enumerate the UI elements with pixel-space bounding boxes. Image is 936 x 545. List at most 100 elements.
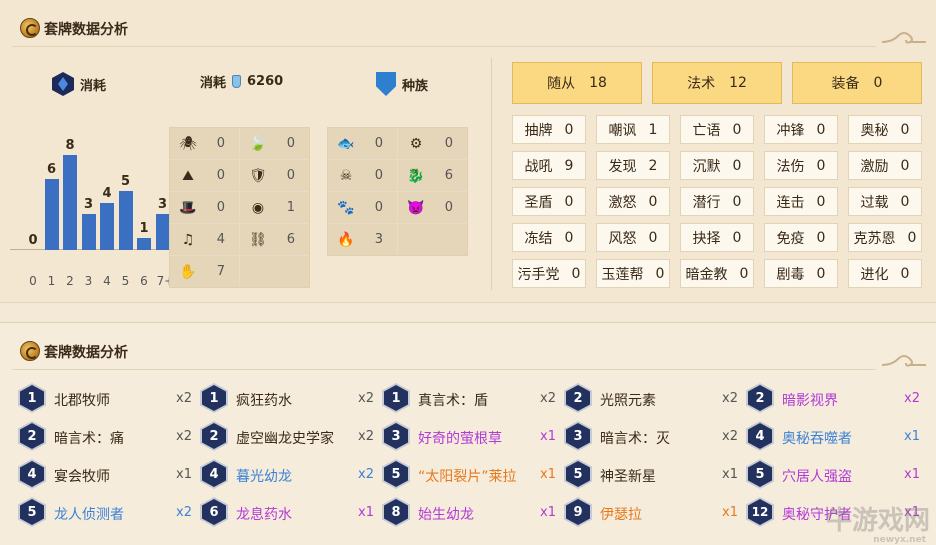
card-entry[interactable]: 5 龙人侦测者 x2 xyxy=(18,497,195,527)
card-name[interactable]: 暮光幼龙 xyxy=(236,466,292,486)
keyword-filter[interactable]: 激怒 0 xyxy=(596,187,670,216)
keyword-filter[interactable]: 圣盾 0 xyxy=(512,187,586,216)
curve-bar[interactable] xyxy=(81,214,96,250)
card-name[interactable]: 神圣新星 xyxy=(600,466,656,486)
keyword-filter[interactable]: 冲锋 0 xyxy=(764,115,838,144)
keyword-label: 抉择 xyxy=(692,230,721,247)
keyword-filter[interactable]: 战吼 9 xyxy=(512,151,586,180)
keyword-count: 0 xyxy=(900,193,910,210)
keyword-filter[interactable]: 潜行 0 xyxy=(680,187,754,216)
card-entry[interactable]: 8 始生幼龙 x1 xyxy=(382,497,559,527)
keyword-filter[interactable]: 沉默 0 xyxy=(680,151,754,180)
keyword-filter[interactable]: 过载 0 xyxy=(848,187,922,216)
card-entry[interactable]: 4 宴会牧师 x1 xyxy=(18,459,195,489)
distribution-cell[interactable]: ☠ 0 xyxy=(328,160,397,191)
keyword-filter[interactable]: 进化 0 xyxy=(848,259,922,288)
card-entry[interactable]: 5 穴居人强盗 x1 xyxy=(746,459,923,489)
distribution-cell[interactable]: 🛡 0 xyxy=(240,160,309,191)
curve-bar[interactable] xyxy=(155,214,170,250)
keyword-label: 克苏恩 xyxy=(853,230,896,247)
card-entry[interactable]: 1 北郡牧师 x2 xyxy=(18,383,195,413)
card-name[interactable]: 真言术：盾 xyxy=(418,390,488,410)
curve-bar[interactable] xyxy=(137,238,151,250)
card-entry[interactable]: 6 龙息药水 x1 xyxy=(200,497,377,527)
card-entry[interactable]: 2 光照元素 x2 xyxy=(564,383,741,413)
card-count: x2 xyxy=(358,429,374,444)
distribution-cell[interactable]: 🐾 0 xyxy=(328,192,397,223)
card-entry[interactable]: 3 好奇的萤根草 x1 xyxy=(382,421,559,451)
card-name[interactable]: “太阳裂片”莱拉 xyxy=(418,466,517,486)
curve-bar[interactable] xyxy=(118,190,133,250)
distribution-cell[interactable]: ♫ 4 xyxy=(170,224,239,255)
type-button[interactable]: 随从 18 xyxy=(512,62,642,104)
card-name[interactable]: 龙息药水 xyxy=(236,504,292,524)
keyword-filter[interactable]: 奥秘 0 xyxy=(848,115,922,144)
card-name[interactable]: 疯狂药水 xyxy=(236,390,292,410)
keyword-label: 奥秘 xyxy=(860,122,889,139)
type-button[interactable]: 法术 12 xyxy=(652,62,782,104)
distribution-cell[interactable]: 🔥 3 xyxy=(328,224,397,255)
curve-bar[interactable] xyxy=(100,202,114,250)
keyword-filter[interactable]: 剧毒 0 xyxy=(764,259,838,288)
distribution-cell[interactable] xyxy=(240,256,309,287)
keyword-filter[interactable]: 连击 0 xyxy=(764,187,838,216)
card-entry[interactable]: 4 奥秘吞噬者 x1 xyxy=(746,421,923,451)
card-entry[interactable]: 1 疯狂药水 x2 xyxy=(200,383,377,413)
card-name[interactable]: 虚空幽龙史学家 xyxy=(236,428,334,448)
distribution-cell[interactable]: ◉ 1 xyxy=(240,192,309,223)
distribution-cell[interactable]: 🐉 6 xyxy=(398,160,467,191)
card-name[interactable]: 伊瑟拉 xyxy=(600,504,642,524)
keyword-filter[interactable]: 抽牌 0 xyxy=(512,115,586,144)
card-entry[interactable]: 1 真言术：盾 x2 xyxy=(382,383,559,413)
keyword-filter[interactable]: 冻结 0 xyxy=(512,223,586,252)
card-entry[interactable]: 9 伊瑟拉 x1 xyxy=(564,497,741,527)
card-name[interactable]: 北郡牧师 xyxy=(54,390,110,410)
card-name[interactable]: 穴居人强盗 xyxy=(782,466,852,486)
keyword-label: 冻结 xyxy=(524,230,553,247)
card-entry[interactable]: 2 暗影视界 x2 xyxy=(746,383,923,413)
keyword-filter[interactable]: 抉择 0 xyxy=(680,223,754,252)
keyword-filter[interactable]: 法伤 0 xyxy=(764,151,838,180)
total-cost-value: 6260 xyxy=(247,74,284,89)
keyword-filter[interactable]: 暗金教 0 xyxy=(680,259,754,288)
keyword-filter[interactable]: 嘲讽 1 xyxy=(596,115,670,144)
card-name[interactable]: 光照元素 xyxy=(600,390,656,410)
keyword-label: 嘲讽 xyxy=(608,122,637,139)
distribution-cell[interactable]: ⛓ 6 xyxy=(240,224,309,255)
keyword-filter[interactable]: 污手党 0 xyxy=(512,259,586,288)
curve-bar[interactable] xyxy=(44,178,59,250)
distribution-cell[interactable] xyxy=(398,224,467,255)
card-name[interactable]: 龙人侦测者 xyxy=(54,504,124,524)
curve-bar[interactable] xyxy=(63,155,77,250)
card-entry[interactable]: 4 暮光幼龙 x2 xyxy=(200,459,377,489)
distribution-cell[interactable]: ⚙ 0 xyxy=(398,128,467,159)
keyword-filter[interactable]: 激励 0 xyxy=(848,151,922,180)
keyword-filter[interactable]: 克苏恩 0 xyxy=(848,223,922,252)
keyword-filter[interactable]: 亡语 0 xyxy=(680,115,754,144)
keyword-filter[interactable]: 免疫 0 xyxy=(764,223,838,252)
card-name[interactable]: 宴会牧师 xyxy=(54,466,110,486)
distribution-cell[interactable]: 🕷 0 xyxy=(170,128,239,159)
type-button[interactable]: 装备 0 xyxy=(792,62,922,104)
card-name[interactable]: 奥秘吞噬者 xyxy=(782,428,852,448)
card-entry[interactable]: 5 神圣新星 x1 xyxy=(564,459,741,489)
card-name[interactable]: 好奇的萤根草 xyxy=(418,428,502,448)
distribution-cell[interactable]: 🐟 0 xyxy=(328,128,397,159)
card-entry[interactable]: 3 暗言术：灭 x2 xyxy=(564,421,741,451)
card-entry[interactable]: 2 暗言术：痛 x2 xyxy=(18,421,195,451)
card-name[interactable]: 暗言术：灭 xyxy=(600,428,670,448)
distribution-cell[interactable]: ⛰ 0 xyxy=(170,160,239,191)
card-name[interactable]: 始生幼龙 xyxy=(418,504,474,524)
keyword-filter[interactable]: 玉莲帮 0 xyxy=(596,259,670,288)
card-name[interactable]: 暗言术：痛 xyxy=(54,428,124,448)
keyword-filter[interactable]: 风怒 0 xyxy=(596,223,670,252)
distribution-cell[interactable]: 🍃 0 xyxy=(240,128,309,159)
distribution-cell[interactable]: 👿 0 xyxy=(398,192,467,223)
card-name[interactable]: 暗影视界 xyxy=(782,390,838,410)
keyword-filter[interactable]: 发现 2 xyxy=(596,151,670,180)
distribution-cell[interactable]: 🎩 0 xyxy=(170,192,239,223)
distribution-cell[interactable]: ✋ 7 xyxy=(170,256,239,287)
card-entry[interactable]: 2 虚空幽龙史学家 x2 xyxy=(200,421,377,451)
keyword-label: 污手党 xyxy=(517,266,560,283)
card-entry[interactable]: 5 “太阳裂片”莱拉 x1 xyxy=(382,459,559,489)
